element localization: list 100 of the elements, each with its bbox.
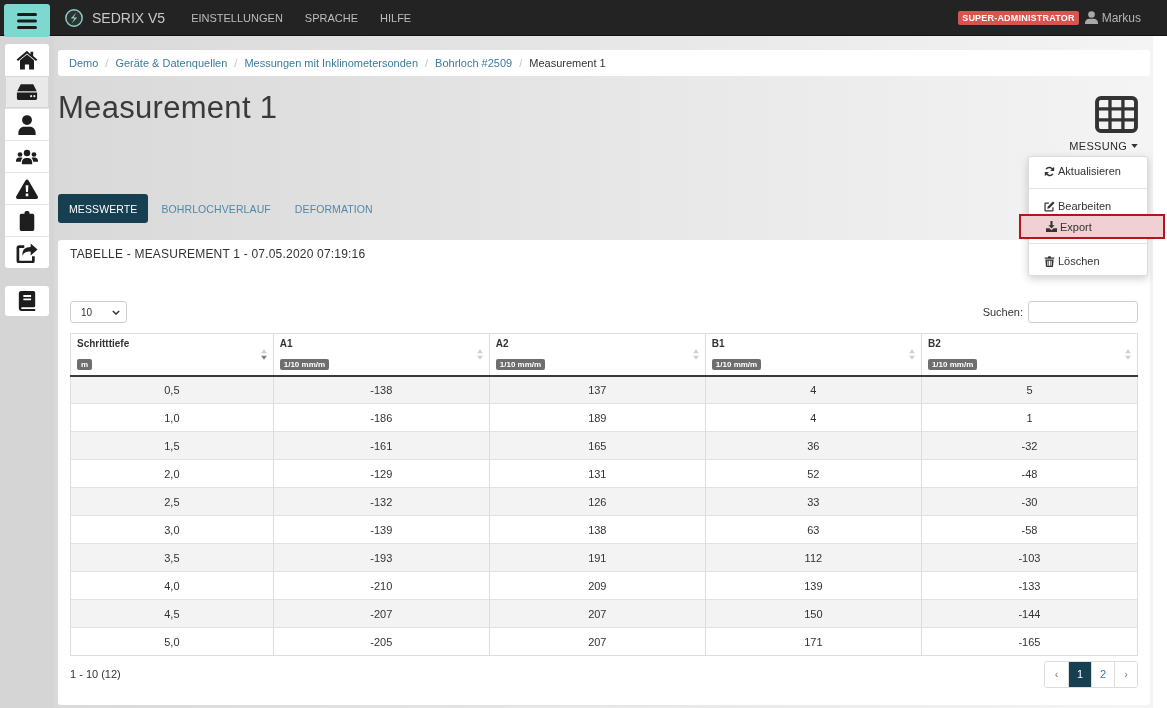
breadcrumb-current: Measurement 1 [529, 57, 606, 69]
column-title: A1 [279, 337, 294, 349]
table-cell: 137 [489, 375, 706, 404]
page-length-select[interactable]: 10 [70, 301, 127, 323]
card-title: TABELLE - MEASUREMENT 1 - 07.05.2020 07:19:16 [70, 247, 366, 262]
breadcrumb-separator: / [105, 57, 109, 69]
sort-icon[interactable] [260, 348, 267, 360]
caret-icon [1131, 144, 1138, 148]
table-cell: -205 [273, 627, 490, 656]
table-info: 1 - 10 (12) [70, 668, 121, 680]
table-cell: 171 [705, 627, 922, 656]
sidebar-nav-button[interactable] [5, 76, 49, 108]
menu-button[interactable] [4, 4, 50, 37]
dropdown-menu-item[interactable]: Bearbeiten [1029, 196, 1147, 216]
unit-badge: 1/10 mm/m [711, 358, 762, 370]
user-name-link[interactable]: Markus [1101, 10, 1141, 25]
column-title: B1 [711, 337, 726, 349]
book-icon [16, 291, 38, 311]
column-header[interactable]: A1 1/10 mm/m [273, 333, 490, 376]
column-title: B2 [927, 337, 942, 349]
unit-badge: 1/10 mm/m [279, 358, 330, 370]
breadcrumb-link[interactable]: Demo [69, 57, 99, 69]
breadcrumb-separator: / [519, 57, 523, 69]
unit-badge: 1/10 mm/m [495, 358, 546, 370]
table-cell: -207 [273, 599, 490, 628]
measurement-menu-toggle[interactable]: MESSUNG [1069, 140, 1138, 152]
column-header[interactable]: B1 1/10 mm/m [705, 333, 922, 376]
sidebar-nav-button[interactable] [5, 204, 49, 236]
column-header[interactable]: A2 1/10 mm/m [489, 333, 706, 376]
user-icon [1084, 11, 1098, 24]
table-cell: 4,5 [70, 599, 274, 628]
table-cell: 5,0 [70, 627, 274, 656]
tab[interactable]: MESSWERTE [58, 194, 149, 223]
dropdown-menu-item[interactable]: Aktualisieren [1029, 161, 1147, 181]
table-cell: -138 [273, 375, 490, 404]
edit-icon [1044, 200, 1055, 212]
table-cell: 4 [705, 375, 922, 404]
sidebar-nav-button[interactable] [5, 140, 49, 172]
breadcrumb-link[interactable]: Messungen mit Inklinometersonden [244, 57, 419, 69]
table-cell: 36 [705, 431, 922, 460]
table-cell: 33 [705, 487, 922, 516]
column-title: Schritttiefe [77, 337, 130, 349]
sidebar-nav-button[interactable] [5, 44, 49, 76]
column-header[interactable]: B2 1/10 mm/m [921, 333, 1138, 376]
table-cell: -32 [921, 431, 1138, 460]
share-arrow-icon [16, 242, 38, 263]
hard-drive-icon [16, 82, 38, 102]
chevron-down-icon [112, 309, 120, 315]
page-title: Measurement 1 [58, 89, 278, 127]
column-header[interactable]: Schritttiefe m [70, 333, 274, 376]
warning-icon [16, 178, 38, 199]
brand-name[interactable]: SEDRIX V5 [92, 9, 166, 26]
refresh-icon [1044, 165, 1055, 177]
unit-badge: m [77, 358, 93, 370]
table-cell: 191 [489, 543, 706, 572]
table-cell: 0,5 [70, 375, 274, 404]
column-title: A2 [495, 337, 510, 349]
table-cell: -161 [273, 431, 490, 460]
breadcrumb-separator: / [234, 57, 238, 69]
breadcrumb-link[interactable]: Bohrloch #2509 [435, 57, 513, 69]
pagination-button[interactable]: 1 [1068, 661, 1091, 687]
download-icon [1046, 221, 1057, 232]
table-cell: -132 [273, 487, 490, 516]
breadcrumb-separator: / [425, 57, 429, 69]
table-grid-icon[interactable] [1095, 96, 1138, 133]
user-icon [16, 114, 38, 135]
table-cell: 150 [705, 599, 922, 628]
table-cell: 3,5 [70, 543, 274, 572]
sidebar-nav-button[interactable] [5, 286, 49, 316]
table-cell: 2,5 [70, 487, 274, 516]
table-cell: 5 [921, 375, 1138, 404]
unit-badge: 1/10 mm/m [927, 358, 978, 370]
table-cell: 165 [489, 431, 706, 460]
table-cell: 207 [489, 599, 706, 628]
role-badge: SUPER-ADMINISTRATOR [958, 10, 1079, 25]
table-cell: 1,5 [70, 431, 274, 460]
sidebar-nav-button[interactable] [5, 108, 49, 140]
table-cell: 112 [705, 543, 922, 572]
table-cell: -165 [921, 627, 1138, 656]
trash-icon [1044, 255, 1055, 267]
breadcrumb-link[interactable]: Geräte & Datenquellen [115, 57, 228, 69]
dropdown-menu-item[interactable]: Export [1019, 214, 1165, 239]
sidebar-nav-button[interactable] [5, 236, 49, 268]
lightning-logo-icon [65, 8, 83, 27]
nav-link[interactable]: HILFE [380, 11, 412, 24]
pagination-button[interactable]: › [1114, 661, 1137, 687]
home-icon [16, 50, 38, 70]
table-cell: -30 [921, 487, 1138, 516]
menu-icon [17, 12, 37, 29]
table-cell: 126 [489, 487, 706, 516]
table-cell: -103 [921, 543, 1138, 572]
table-cell: -193 [273, 543, 490, 572]
search-field[interactable] [1028, 301, 1138, 323]
table-cell: 207 [489, 627, 706, 656]
search-label: Suchen: [982, 306, 1023, 318]
nav-link[interactable]: EINSTELLUNGEN [191, 11, 283, 24]
table-cell: -144 [921, 599, 1138, 628]
nav-link[interactable]: SPRACHE [304, 11, 359, 24]
sidebar-nav-button[interactable] [5, 172, 49, 204]
dropdown-menu-item[interactable]: Löschen [1029, 251, 1147, 271]
